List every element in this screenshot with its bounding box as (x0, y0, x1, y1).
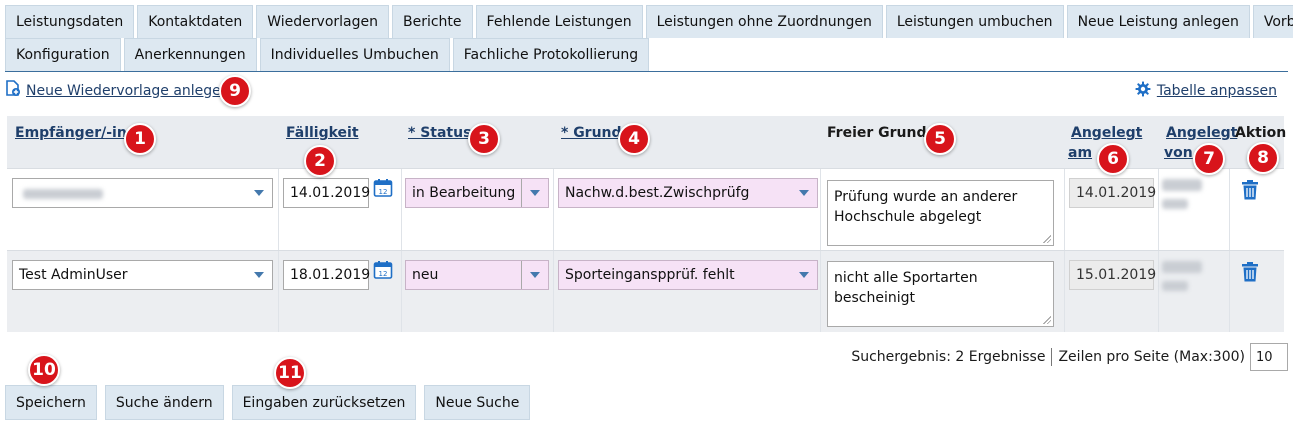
new-search-button[interactable]: Neue Suche (424, 385, 531, 420)
tab-berichte[interactable]: Berichte (392, 5, 473, 38)
marker-5: 5 (924, 123, 956, 155)
tab-fachliche-protokollierung[interactable]: Fachliche Protokollierung (452, 38, 650, 71)
chevron-down-icon (799, 190, 809, 196)
col-status[interactable]: * Status (408, 125, 471, 141)
marker-6: 6 (1097, 143, 1129, 175)
tab-leistungsdaten[interactable]: Leistungsdaten (5, 5, 135, 38)
due-date-input[interactable]: 14.01.2019 (283, 178, 370, 208)
marker-8: 8 (1247, 142, 1279, 174)
col-reason[interactable]: * Grund (561, 125, 622, 141)
col-recipient[interactable]: Empfänger/-in (15, 125, 127, 141)
marker-4: 4 (618, 123, 650, 155)
calendar-icon[interactable]: 12 (373, 260, 393, 284)
pager: Suchergebnis: 2 Ergebnisse Zeilen pro Se… (851, 343, 1288, 371)
new-reminder-label[interactable]: Neue Wiedervorlage anlegen (26, 83, 230, 99)
col-created-on-line2[interactable]: am (1068, 145, 1092, 161)
redacted-creator (1162, 179, 1202, 191)
tab-individuelles-umbuchen[interactable]: Individuelles Umbuchen (259, 38, 450, 71)
created-on-value: 15.01.2019 (1069, 260, 1156, 290)
form-buttons: Speichern Suche ändern Eingaben zurückse… (5, 385, 531, 420)
trash-icon[interactable] (1240, 261, 1260, 287)
chevron-down-icon (530, 190, 540, 196)
new-reminder-link[interactable]: Neue Wiedervorlage anlegen (5, 80, 230, 101)
svg-text:12: 12 (379, 188, 388, 196)
free-reason-textarea[interactable]: Prüfung wurde an anderer Hochschule abge… (827, 180, 1054, 246)
new-document-icon (5, 80, 21, 101)
status-select[interactable]: neu (405, 260, 549, 290)
tab-neue-leistung-anlegen[interactable]: Neue Leistung anlegen (1066, 5, 1250, 38)
table-actions-bar: Neue Wiedervorlage anlegen Tabelle anpas… (5, 78, 1288, 102)
tab-fehlende-leistungen[interactable]: Fehlende Leistungen (475, 5, 643, 38)
tab-anerkennungen[interactable]: Anerkennungen (123, 38, 257, 71)
adjust-table-label[interactable]: Tabelle anpassen (1157, 83, 1277, 99)
rows-per-page-input[interactable]: 10 (1250, 343, 1288, 371)
svg-text:12: 12 (379, 270, 388, 278)
tab-kontaktdaten[interactable]: Kontaktdaten (137, 5, 254, 38)
gear-icon (1135, 81, 1151, 101)
rows-per-page-label: Zeilen pro Seite (Max:300) (1058, 349, 1245, 365)
change-search-button[interactable]: Suche ändern (104, 385, 224, 420)
chevron-down-icon (254, 190, 264, 196)
col-free-reason: Freier Grund (827, 125, 927, 141)
chevron-down-icon (530, 272, 540, 278)
redacted-creator (1162, 261, 1202, 273)
marker-3: 3 (468, 123, 500, 155)
recipient-select[interactable] (12, 178, 273, 208)
created-on-value: 14.01.2019 (1069, 178, 1156, 208)
adjust-table-link[interactable]: Tabelle anpassen (1135, 81, 1277, 101)
resize-handle[interactable] (1043, 316, 1051, 324)
col-created-on-line1[interactable]: Angelegt (1071, 125, 1142, 141)
redacted-creator (1162, 199, 1188, 209)
marker-7: 7 (1193, 143, 1225, 175)
resize-handle[interactable] (1043, 235, 1051, 243)
tab-leistungen-ohne-zuordnungen[interactable]: Leistungen ohne Zuordnungen (645, 5, 883, 38)
col-due-date[interactable]: Fälligkeit (286, 125, 359, 141)
tab-wiedervorlagen[interactable]: Wiedervorlagen (256, 5, 389, 38)
trash-icon[interactable] (1240, 179, 1260, 205)
tab-leistungen-umbuchen[interactable]: Leistungen umbuchen (885, 5, 1064, 38)
marker-11: 11 (274, 357, 306, 389)
result-count: Suchergebnis: 2 Ergebnisse (851, 349, 1046, 365)
reason-select[interactable]: Sporteinganspprüf. fehlt (558, 260, 818, 290)
marker-2: 2 (304, 145, 336, 177)
free-reason-textarea[interactable]: nicht alle Sportarten bescheinigt (827, 261, 1054, 327)
calendar-icon[interactable]: 12 (373, 178, 393, 202)
chevron-down-icon (799, 272, 809, 278)
tab-vorbehalte[interactable]: Vorbehalte (1252, 5, 1293, 38)
reason-select[interactable]: Nachw.d.best.Zwischprüfg (558, 178, 818, 208)
status-select[interactable]: in Bearbeitung (405, 178, 549, 208)
tab-divider (5, 71, 1288, 72)
col-created-by-line1[interactable]: Angelegt (1166, 125, 1237, 141)
table-row: Test AdminUser 18.01.2019 12 neu Sportei… (7, 250, 1284, 332)
chevron-down-icon (254, 272, 264, 278)
table-row: 14.01.2019 12 in Bearbeitung Nachw.d.bes… (7, 168, 1284, 250)
tab-row-2: Konfiguration Anerkennungen Individuelle… (5, 38, 650, 71)
recipient-select[interactable]: Test AdminUser (12, 260, 273, 290)
due-date-input[interactable]: 18.01.2019 (283, 260, 370, 290)
redacted-creator (1162, 281, 1188, 291)
reset-inputs-button[interactable]: Eingaben zurücksetzen (231, 385, 417, 420)
tab-row-1: Leistungsdaten Kontaktdaten Wiedervorlag… (5, 5, 1293, 38)
col-action: Aktion (1235, 125, 1287, 141)
marker-10: 10 (28, 354, 60, 386)
save-button[interactable]: Speichern (5, 385, 97, 420)
marker-9: 9 (219, 75, 251, 107)
tab-konfiguration[interactable]: Konfiguration (5, 38, 121, 71)
marker-1: 1 (124, 123, 156, 155)
col-created-by-line2[interactable]: von (1164, 145, 1193, 161)
redacted-recipient (23, 189, 103, 199)
